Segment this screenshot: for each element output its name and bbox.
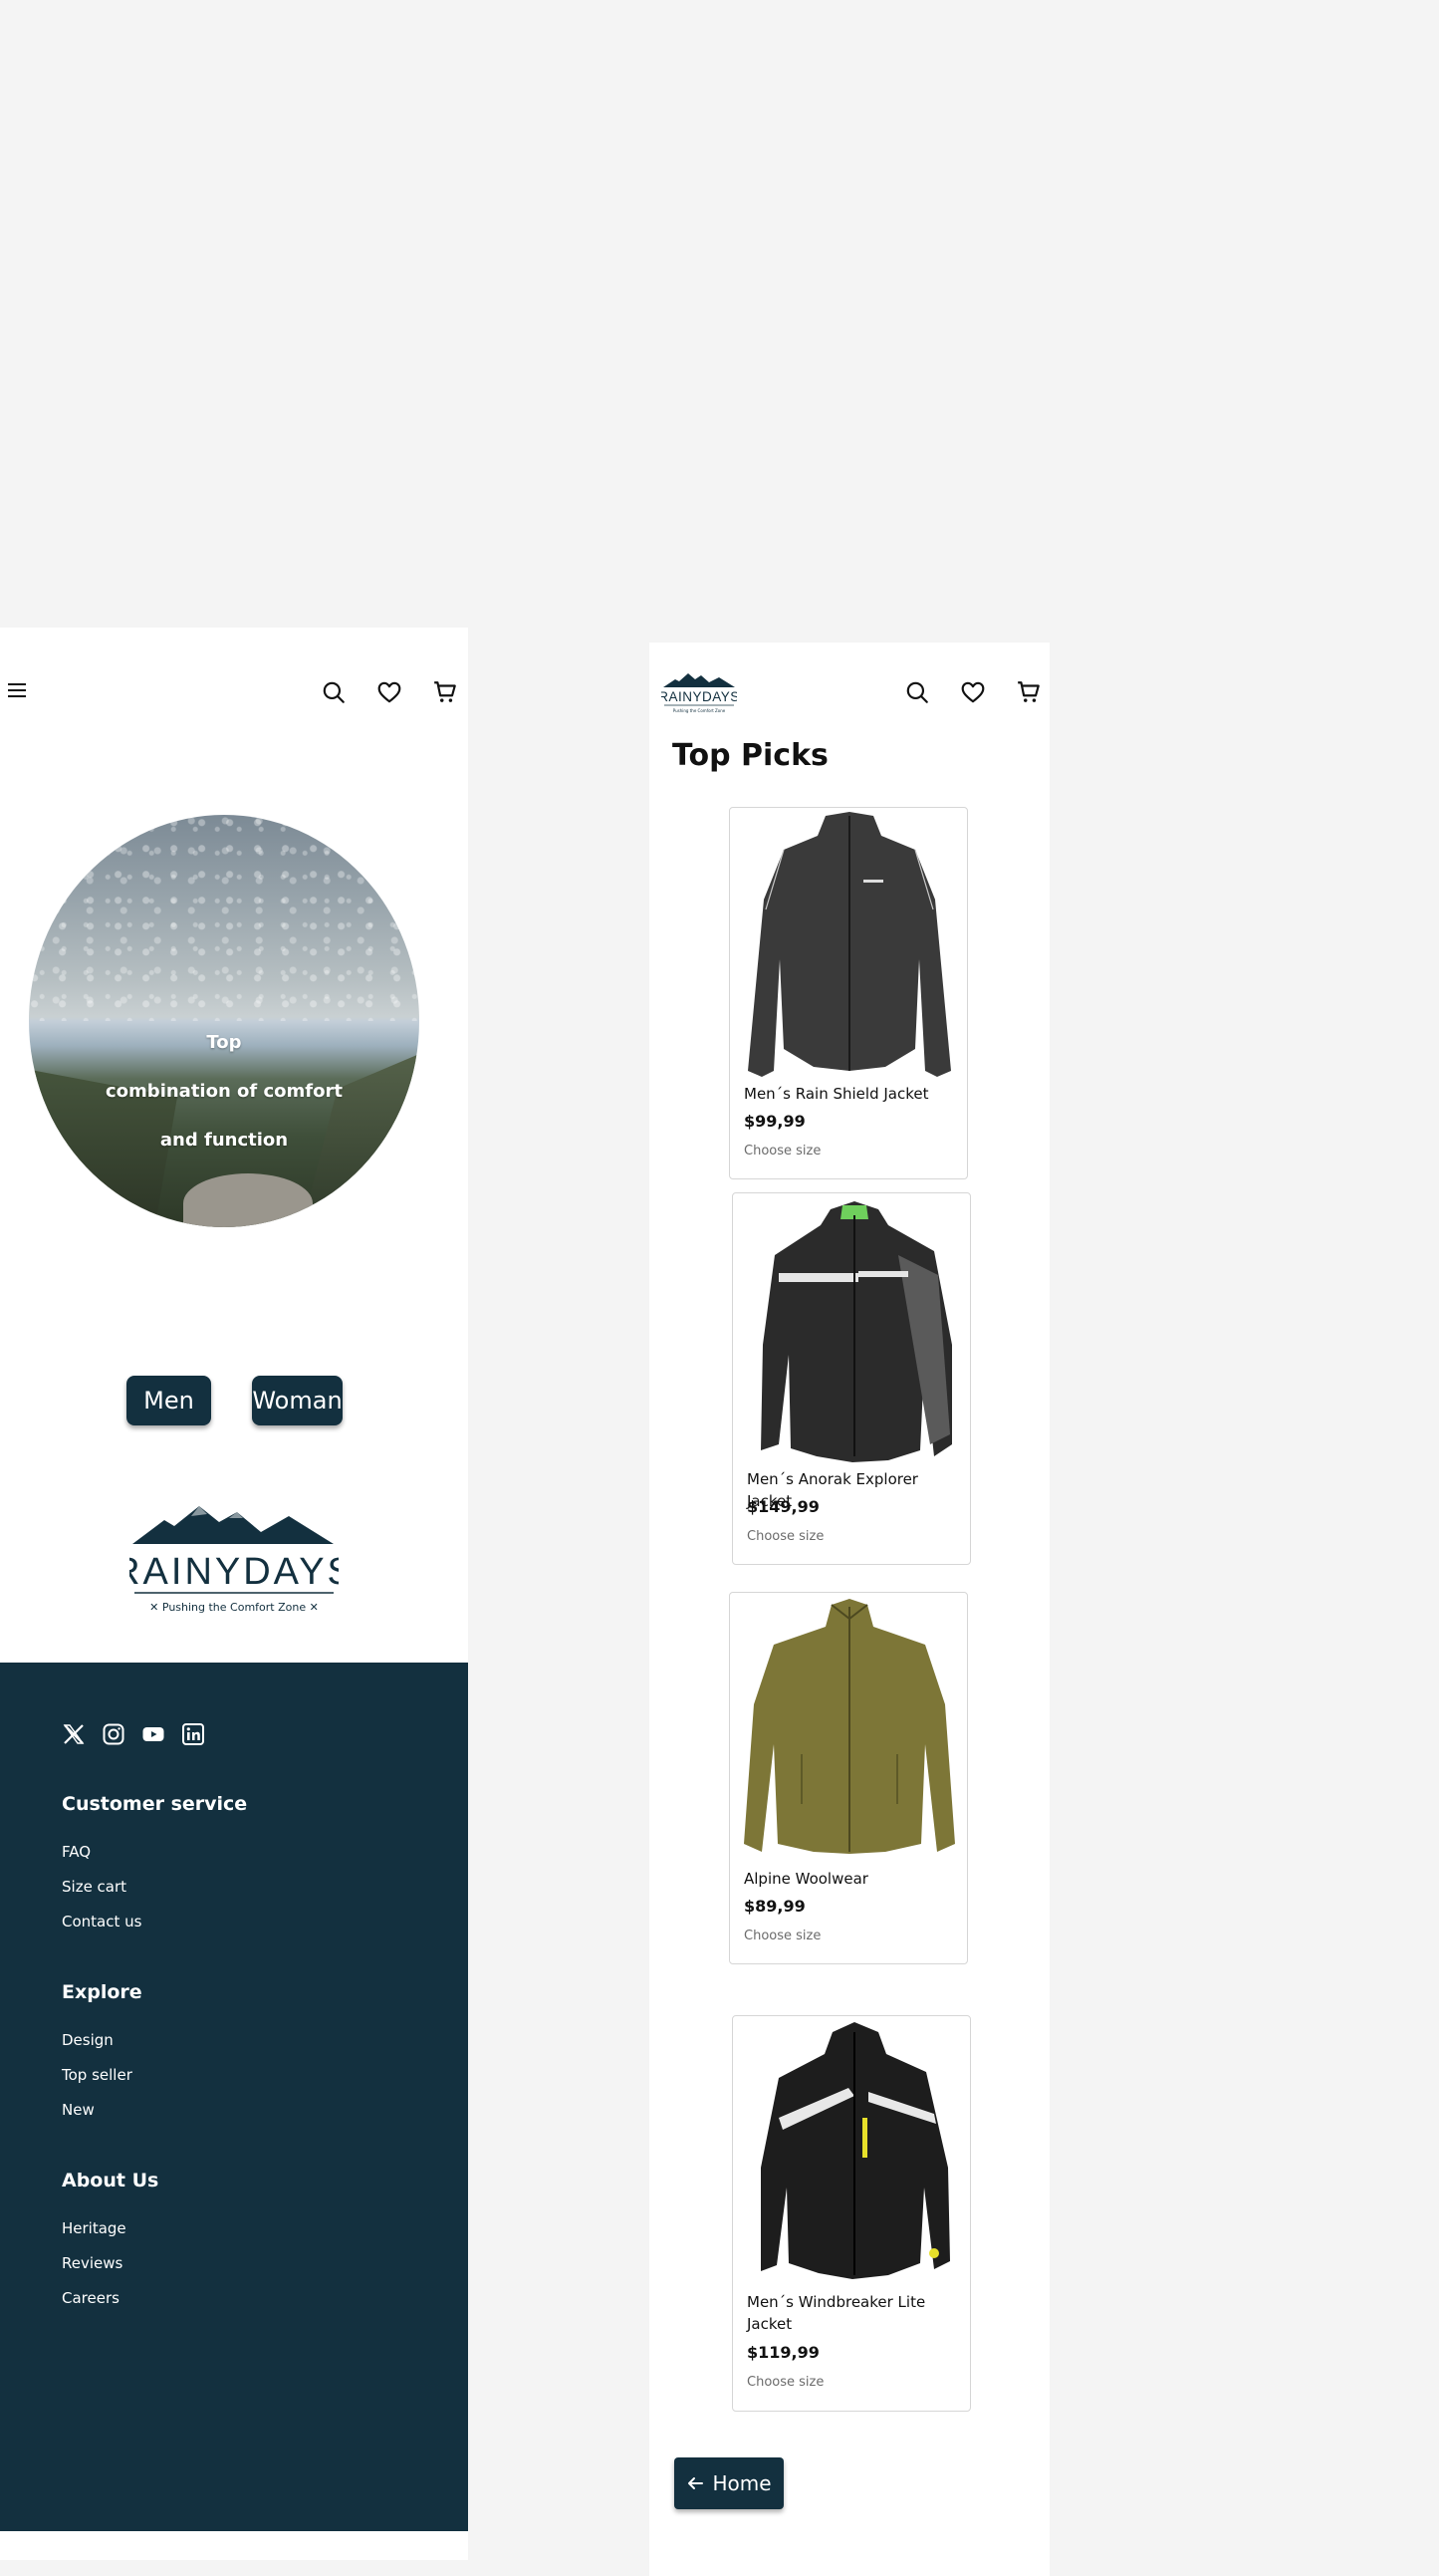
- product-image: [761, 1201, 952, 1462]
- linkedin-icon[interactable]: [181, 1722, 205, 1746]
- footer-link-heritage[interactable]: Heritage: [62, 2219, 158, 2237]
- brand-logo[interactable]: RAINYDAYS Pushing the Comfort Zone: [661, 672, 737, 716]
- search-icon[interactable]: [904, 679, 930, 705]
- svg-text:✕ Pushing the Comfort Zone ✕: ✕ Pushing the Comfort Zone ✕: [149, 1601, 319, 1614]
- home-button[interactable]: Home: [674, 2457, 784, 2509]
- arrow-left-icon: [688, 2477, 704, 2489]
- page-title: Top Picks: [672, 738, 829, 773]
- heart-icon[interactable]: [376, 679, 402, 705]
- instagram-icon[interactable]: [102, 1722, 125, 1746]
- footer-link-top-seller[interactable]: Top seller: [62, 2066, 142, 2084]
- product-image: [748, 812, 951, 1077]
- product-name: Men´s Rain Shield Jacket: [744, 1085, 929, 1103]
- menu-icon[interactable]: [8, 683, 26, 699]
- top-picks-screen: RAINYDAYS Pushing the Comfort Zone Top P…: [649, 643, 1050, 2576]
- footer-heading: About Us: [62, 2170, 159, 2191]
- x-icon[interactable]: [62, 1722, 86, 1746]
- product-price: $89,99: [744, 1897, 806, 1916]
- footer-link-reviews[interactable]: Reviews: [62, 2254, 158, 2272]
- product-card[interactable]: Men´s Rain Shield Jacket $99,99 Choose s…: [729, 807, 968, 1179]
- product-name: Alpine Woolwear: [744, 1870, 868, 1888]
- heart-icon[interactable]: [960, 679, 986, 705]
- cart-icon[interactable]: [1016, 679, 1042, 705]
- product-price: $99,99: [744, 1112, 806, 1131]
- top-nav: [0, 667, 468, 717]
- cart-icon[interactable]: [432, 679, 458, 705]
- product-price: $149,99: [747, 1497, 820, 1516]
- footer-about-us: About Us Heritage Reviews Careers: [62, 2170, 158, 2324]
- brand-logo: RAINYDAYS ✕ Pushing the Comfort Zone ✕: [129, 1506, 339, 1614]
- footer-link-careers[interactable]: Careers: [62, 2289, 158, 2307]
- social-links: [62, 1722, 205, 1746]
- choose-size-link[interactable]: Choose size: [744, 1929, 821, 1943]
- footer-heading: Explore: [62, 1981, 142, 2003]
- footer-link-contact-us[interactable]: Contact us: [62, 1913, 247, 1931]
- footer-link-new[interactable]: New: [62, 2101, 142, 2119]
- home-button-label: Home: [712, 2471, 772, 2495]
- hero-image: Top combination of comfort and function: [29, 815, 419, 1227]
- choose-size-link[interactable]: Choose size: [744, 1144, 821, 1159]
- svg-text:Pushing the Comfort Zone: Pushing the Comfort Zone: [673, 708, 726, 713]
- search-icon[interactable]: [321, 679, 347, 705]
- woman-button[interactable]: Woman: [252, 1376, 343, 1425]
- footer-customer-service: Customer service FAQ Size cart Contact u…: [62, 1793, 247, 1947]
- footer-link-size-cart[interactable]: Size cart: [62, 1878, 247, 1896]
- choose-size-link[interactable]: Choose size: [747, 2375, 824, 2390]
- home-screen: Top combination of comfort and function …: [0, 628, 468, 2560]
- product-image: [744, 1599, 955, 1854]
- footer-link-design[interactable]: Design: [62, 2031, 142, 2049]
- svg-text:RAINYDAYS: RAINYDAYS: [129, 1551, 339, 1593]
- product-card[interactable]: Alpine Woolwear $89,99 Choose size: [729, 1592, 968, 1964]
- youtube-icon[interactable]: [141, 1722, 165, 1746]
- product-price: $119,99: [747, 2343, 820, 2362]
- footer-explore: Explore Design Top seller New: [62, 1981, 142, 2136]
- product-card[interactable]: Men´s Windbreaker Lite Jacket $119,99 Ch…: [732, 2015, 971, 2412]
- site-footer: Customer service FAQ Size cart Contact u…: [0, 1663, 468, 2531]
- footer-heading: Customer service: [62, 1793, 248, 1815]
- product-name: Men´s Windbreaker Lite Jacket: [747, 2293, 926, 2333]
- hero-headline: Top combination of comfort and function: [106, 1032, 343, 1151]
- svg-text:RAINYDAYS: RAINYDAYS: [661, 689, 737, 704]
- product-card[interactable]: Men´s Anorak Explorer Jacket $149,99 Cho…: [732, 1192, 971, 1565]
- footer-link-faq[interactable]: FAQ: [62, 1843, 247, 1861]
- choose-size-link[interactable]: Choose size: [747, 1529, 824, 1544]
- product-image: [761, 2022, 950, 2279]
- men-button[interactable]: Men: [126, 1376, 211, 1425]
